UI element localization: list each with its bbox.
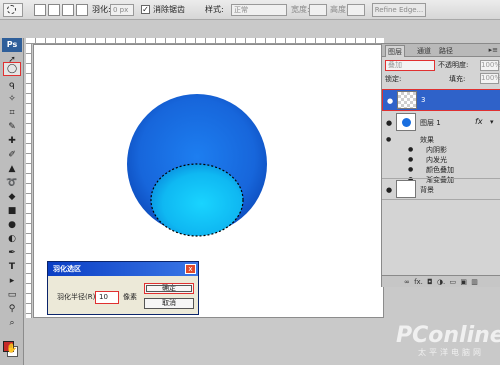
layer-row-background[interactable]: ● 背景: [382, 178, 500, 200]
blue-dot-thumbnail: [402, 118, 411, 127]
delete-layer-icon[interactable]: ▥: [471, 278, 478, 286]
effect-item[interactable]: ● 内发光: [382, 156, 500, 165]
feather-selection-dialog: 羽化选区 x 羽化半径(R): 10 像素 确定 取消: [47, 261, 199, 315]
panel-tabs: 图层 通道 路径 ▸≡: [382, 44, 500, 57]
lock-label: 锁定:: [385, 75, 402, 83]
layer-name: 背景: [420, 186, 434, 194]
layer-thumbnail: [397, 91, 417, 109]
tab-channels[interactable]: 通道: [415, 45, 433, 57]
anti-alias-label: 消除锯齿: [153, 5, 185, 14]
zoom-tool-icon[interactable]: ⌕: [3, 318, 21, 328]
effect-item[interactable]: ● 颜色叠加: [382, 166, 500, 175]
new-group-icon[interactable]: ▭: [450, 278, 457, 286]
add-mask-icon[interactable]: ◘: [427, 278, 433, 286]
feather-label: 羽化:: [92, 5, 111, 14]
slice-tool-icon[interactable]: ✎: [3, 122, 21, 132]
ps-logo: Ps: [2, 38, 22, 52]
eyedropper-tool-icon[interactable]: ⚲: [3, 304, 21, 314]
visibility-eye-icon[interactable]: ●: [387, 97, 393, 105]
feather-radius-input[interactable]: 10: [95, 291, 119, 304]
subtract-selection-icon[interactable]: [62, 4, 74, 16]
feather-radius-label: 羽化半径(R):: [57, 293, 98, 301]
tool-preset-picker[interactable]: [3, 3, 23, 17]
width-label: 宽度:: [291, 5, 310, 14]
dialog-title: 羽化选区: [48, 262, 198, 276]
effect-eye-icon[interactable]: ●: [408, 146, 413, 153]
options-bar: 羽化: 0 px ✓ 消除锯齿 样式: 正常 宽度: 高度: Refine Ed…: [0, 0, 500, 20]
effects-header-label: 效果: [420, 136, 434, 144]
hand-tool-icon[interactable]: ✋: [5, 343, 19, 355]
effect-item[interactable]: ● 内阴影: [382, 146, 500, 155]
add-to-selection-icon[interactable]: [48, 4, 60, 16]
layers-bottom-bar: ∞ fx. ◘ ◑. ▭ ▣ ▥: [382, 275, 500, 287]
fx-add-style-icon[interactable]: fx.: [414, 278, 423, 286]
pconline-watermark-sub: 太平洋电脑网: [418, 348, 484, 357]
crop-tool-icon[interactable]: ⌗: [3, 108, 21, 118]
height-input[interactable]: [347, 4, 365, 16]
feather-input[interactable]: 0 px: [110, 4, 134, 16]
ok-button[interactable]: 确定: [144, 283, 194, 294]
style-select[interactable]: 正常: [231, 4, 287, 16]
elliptical-marquee-icon: [7, 5, 16, 14]
blur-tool-icon[interactable]: ●: [3, 220, 21, 230]
height-label: 高度:: [330, 5, 349, 14]
effect-eye-icon[interactable]: ●: [408, 166, 413, 173]
vertical-ruler: [26, 44, 32, 318]
visibility-eye-icon[interactable]: ●: [386, 119, 392, 127]
toolbox: Ps ➚ ◯ ᑫ ✧ ⌗ ✎ ✚ ✐ ▲ ➰ ◆ ■ ● ◐ ✒ T ▸ ▭ ⚲…: [0, 38, 24, 365]
layer-thumbnail: [396, 180, 416, 198]
history-brush-icon[interactable]: ➰: [3, 178, 21, 188]
panel-menu-icon[interactable]: ▸≡: [489, 46, 498, 54]
effect-eye-icon[interactable]: ●: [408, 156, 413, 163]
eraser-tool-icon[interactable]: ◆: [3, 192, 21, 202]
magic-wand-tool-icon[interactable]: ✧: [3, 94, 21, 104]
effects-header: ● 效果: [382, 136, 500, 145]
path-selection-icon[interactable]: ▸: [3, 276, 21, 286]
close-icon[interactable]: x: [185, 264, 196, 274]
style-label: 样式:: [205, 5, 224, 14]
healing-brush-icon[interactable]: ✚: [3, 136, 21, 146]
type-tool-icon[interactable]: T: [3, 262, 21, 272]
effect-label: 内发光: [426, 156, 447, 164]
gradient-tool-icon[interactable]: ■: [3, 206, 21, 216]
clone-stamp-icon[interactable]: ▲: [3, 164, 21, 174]
blue-ball-artwork: [127, 94, 267, 237]
opacity-label: 不透明度:: [438, 61, 469, 69]
cancel-button[interactable]: 取消: [144, 298, 194, 309]
layer-name: 图层 1: [420, 119, 441, 127]
fill-input[interactable]: 100%: [480, 73, 500, 84]
pen-tool-icon[interactable]: ✒: [3, 248, 21, 258]
brush-tool-icon[interactable]: ✐: [3, 150, 21, 160]
layer-thumbnail: [396, 113, 416, 131]
lasso-tool-icon[interactable]: ᑫ: [3, 82, 21, 92]
shape-tool-icon[interactable]: ▭: [3, 290, 21, 300]
pconline-watermark: PConline: [396, 323, 500, 348]
layers-panel: 图层 通道 路径 ▸≡ 叠加 不透明度: 100% 锁定: 填充: 100% ●…: [381, 43, 500, 287]
effect-label: 颜色叠加: [426, 166, 454, 174]
tab-paths[interactable]: 路径: [437, 45, 455, 57]
layer-name: 3: [421, 96, 426, 104]
width-input[interactable]: [309, 4, 327, 16]
link-layers-icon[interactable]: ∞: [404, 278, 410, 286]
layer-row-3[interactable]: ● 3: [382, 89, 500, 111]
fx-icon[interactable]: fx: [475, 117, 483, 126]
intersect-selection-icon[interactable]: [76, 4, 88, 16]
adjustment-layer-icon[interactable]: ◑.: [437, 278, 445, 286]
elliptical-marquee-tool-icon[interactable]: ◯: [3, 62, 21, 76]
visibility-eye-icon[interactable]: ●: [386, 186, 392, 194]
blend-mode-select[interactable]: 叠加: [385, 60, 435, 71]
effects-eye-icon[interactable]: ●: [386, 136, 391, 143]
dodge-tool-icon[interactable]: ◐: [3, 234, 21, 244]
refine-edge-button[interactable]: Refine Edge...: [372, 3, 426, 17]
tab-layers[interactable]: 图层: [385, 45, 405, 57]
anti-alias-checkbox[interactable]: ✓: [141, 5, 150, 14]
chevron-down-icon[interactable]: ▾: [490, 118, 494, 126]
feather-unit-label: 像素: [123, 293, 137, 301]
new-layer-icon[interactable]: ▣: [460, 278, 467, 286]
layer-row-1[interactable]: ● 图层 1 fx ▾: [382, 112, 500, 134]
opacity-input[interactable]: 100%: [480, 60, 500, 71]
effect-label: 内阴影: [426, 146, 447, 154]
new-selection-icon[interactable]: [34, 4, 46, 16]
fill-label: 填充:: [449, 75, 466, 83]
